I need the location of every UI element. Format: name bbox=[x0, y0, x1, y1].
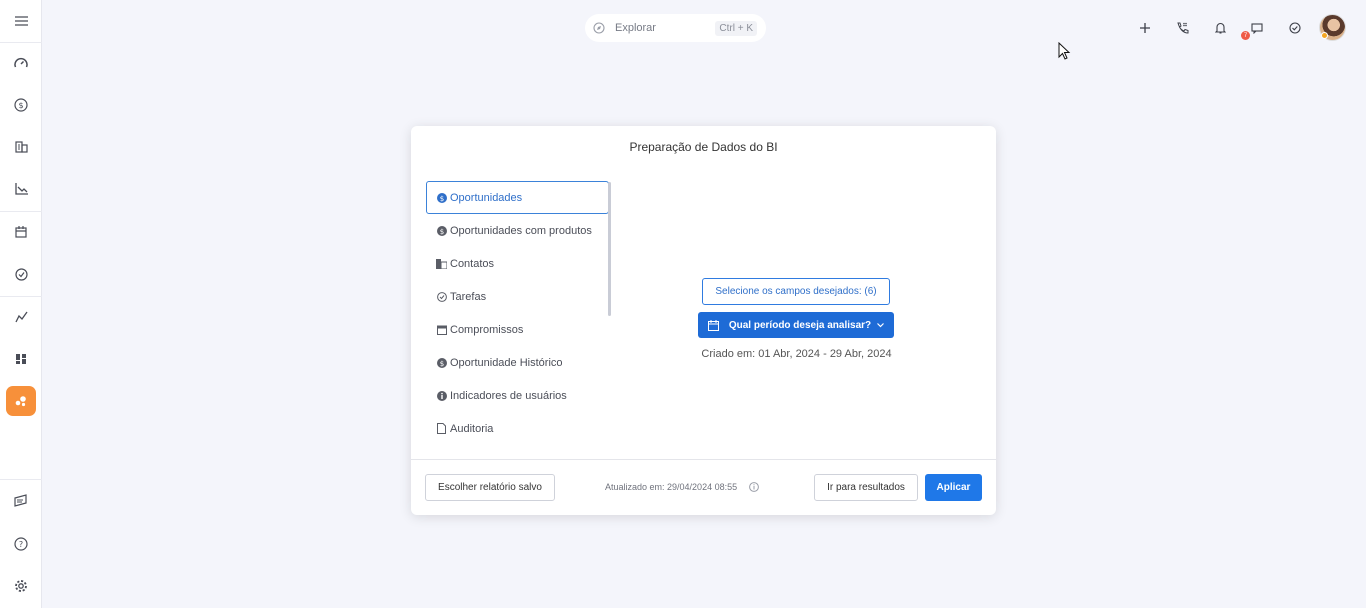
list-item-label: Oportunidades com produtos bbox=[450, 224, 592, 237]
list-item-label: Contatos bbox=[450, 257, 495, 270]
bi-icon[interactable] bbox=[0, 380, 42, 422]
chevron-down-icon bbox=[877, 322, 885, 328]
mouse-cursor-icon bbox=[1058, 42, 1071, 61]
chat-icon[interactable]: 7 bbox=[1241, 16, 1269, 40]
document-icon bbox=[436, 423, 447, 434]
search-bar[interactable]: Explorar Ctrl + K bbox=[585, 14, 766, 42]
notification-badge: 7 bbox=[1241, 31, 1250, 40]
plus-icon[interactable] bbox=[1133, 16, 1157, 40]
calendar-icon[interactable] bbox=[0, 211, 42, 253]
list-item-label: Indicadores de usuários bbox=[450, 389, 567, 402]
bi-active-tile bbox=[6, 386, 36, 416]
widgets-icon[interactable] bbox=[0, 338, 42, 380]
select-fields-button[interactable]: Selecione os campos desejados: (6) bbox=[702, 278, 890, 305]
dollar-icon[interactable]: $ bbox=[0, 84, 42, 126]
info-icon[interactable] bbox=[749, 482, 760, 492]
check-circle-icon bbox=[436, 291, 447, 302]
list-item-indicadores[interactable]: Indicadores de usuários bbox=[426, 379, 609, 412]
menu-icon[interactable] bbox=[0, 0, 42, 42]
help-icon[interactable]: ? bbox=[0, 523, 42, 565]
status-dot bbox=[1321, 32, 1328, 39]
check-circle-icon[interactable] bbox=[1283, 16, 1307, 40]
updated-status: Atualizado em: 29/04/2024 08:55 bbox=[605, 482, 760, 492]
svg-text:?: ? bbox=[19, 540, 23, 549]
list-scrollbar[interactable] bbox=[608, 182, 611, 316]
list-item-label: Tarefas bbox=[450, 290, 487, 303]
compass-icon bbox=[593, 22, 605, 34]
building-icon[interactable] bbox=[0, 126, 42, 168]
trend-icon[interactable] bbox=[0, 296, 42, 338]
svg-text:$: $ bbox=[439, 195, 443, 203]
list-item-label: Compromissos bbox=[450, 323, 524, 336]
list-item-contatos[interactable]: Contatos bbox=[426, 247, 609, 280]
list-item-compromissos[interactable]: Compromissos bbox=[426, 313, 609, 346]
bi-data-prep-modal: Preparação de Dados do BI $ Oportunidade… bbox=[411, 126, 996, 515]
entity-list: $ Oportunidades $ Oportunidades com prod… bbox=[426, 181, 609, 459]
calendar-icon bbox=[707, 319, 719, 331]
list-item-label: Auditoria bbox=[450, 422, 494, 435]
apply-button[interactable]: Aplicar bbox=[925, 474, 982, 501]
svg-text:$: $ bbox=[439, 228, 443, 236]
updated-text: Atualizado em: 29/04/2024 08:55 bbox=[605, 482, 738, 492]
list-item-auditoria[interactable]: Auditoria bbox=[426, 412, 609, 445]
list-item-oportunidades-produtos[interactable]: $ Oportunidades com produtos bbox=[426, 214, 609, 247]
list-item-tarefas[interactable]: Tarefas bbox=[426, 280, 609, 313]
check-icon[interactable] bbox=[0, 253, 42, 295]
choose-saved-report-button[interactable]: Escolher relatório salvo bbox=[425, 474, 555, 501]
info-icon bbox=[436, 390, 447, 401]
list-item-label: Oportunidades bbox=[450, 191, 523, 204]
dollar-circle-icon: $ bbox=[436, 192, 447, 203]
building-icon bbox=[436, 258, 447, 269]
created-date-label: Criado em: 01 Abr, 2024 - 29 Abr, 2024 bbox=[701, 348, 892, 360]
chart-icon[interactable] bbox=[0, 168, 42, 210]
sidebar: $ ? bbox=[0, 0, 42, 608]
svg-text:$: $ bbox=[439, 360, 443, 368]
settings-icon[interactable] bbox=[0, 565, 42, 607]
feedback-icon[interactable] bbox=[0, 479, 42, 521]
search-shortcut: Ctrl + K bbox=[715, 20, 757, 36]
modal-title: Preparação de Dados do BI bbox=[629, 140, 778, 154]
created-date-text: Criado em: 01 Abr, 2024 - 29 Abr, 2024 bbox=[411, 348, 996, 360]
search-placeholder[interactable]: Explorar bbox=[615, 22, 715, 34]
list-item-oportunidades[interactable]: $ Oportunidades bbox=[426, 181, 609, 214]
svg-text:$: $ bbox=[18, 101, 23, 110]
bell-icon[interactable] bbox=[1208, 16, 1232, 40]
period-label: Qual período deseja analisar? bbox=[728, 319, 872, 331]
footer-divider bbox=[411, 459, 996, 460]
calendar-icon bbox=[436, 324, 447, 335]
period-dropdown-button[interactable]: Qual período deseja analisar? bbox=[698, 312, 894, 338]
phone-dialpad-icon[interactable] bbox=[1170, 16, 1194, 40]
dollar-circle-icon: $ bbox=[436, 225, 447, 236]
dashboard-icon[interactable] bbox=[0, 42, 42, 84]
go-to-results-button[interactable]: Ir para resultados bbox=[814, 474, 918, 501]
user-avatar[interactable] bbox=[1319, 14, 1346, 41]
